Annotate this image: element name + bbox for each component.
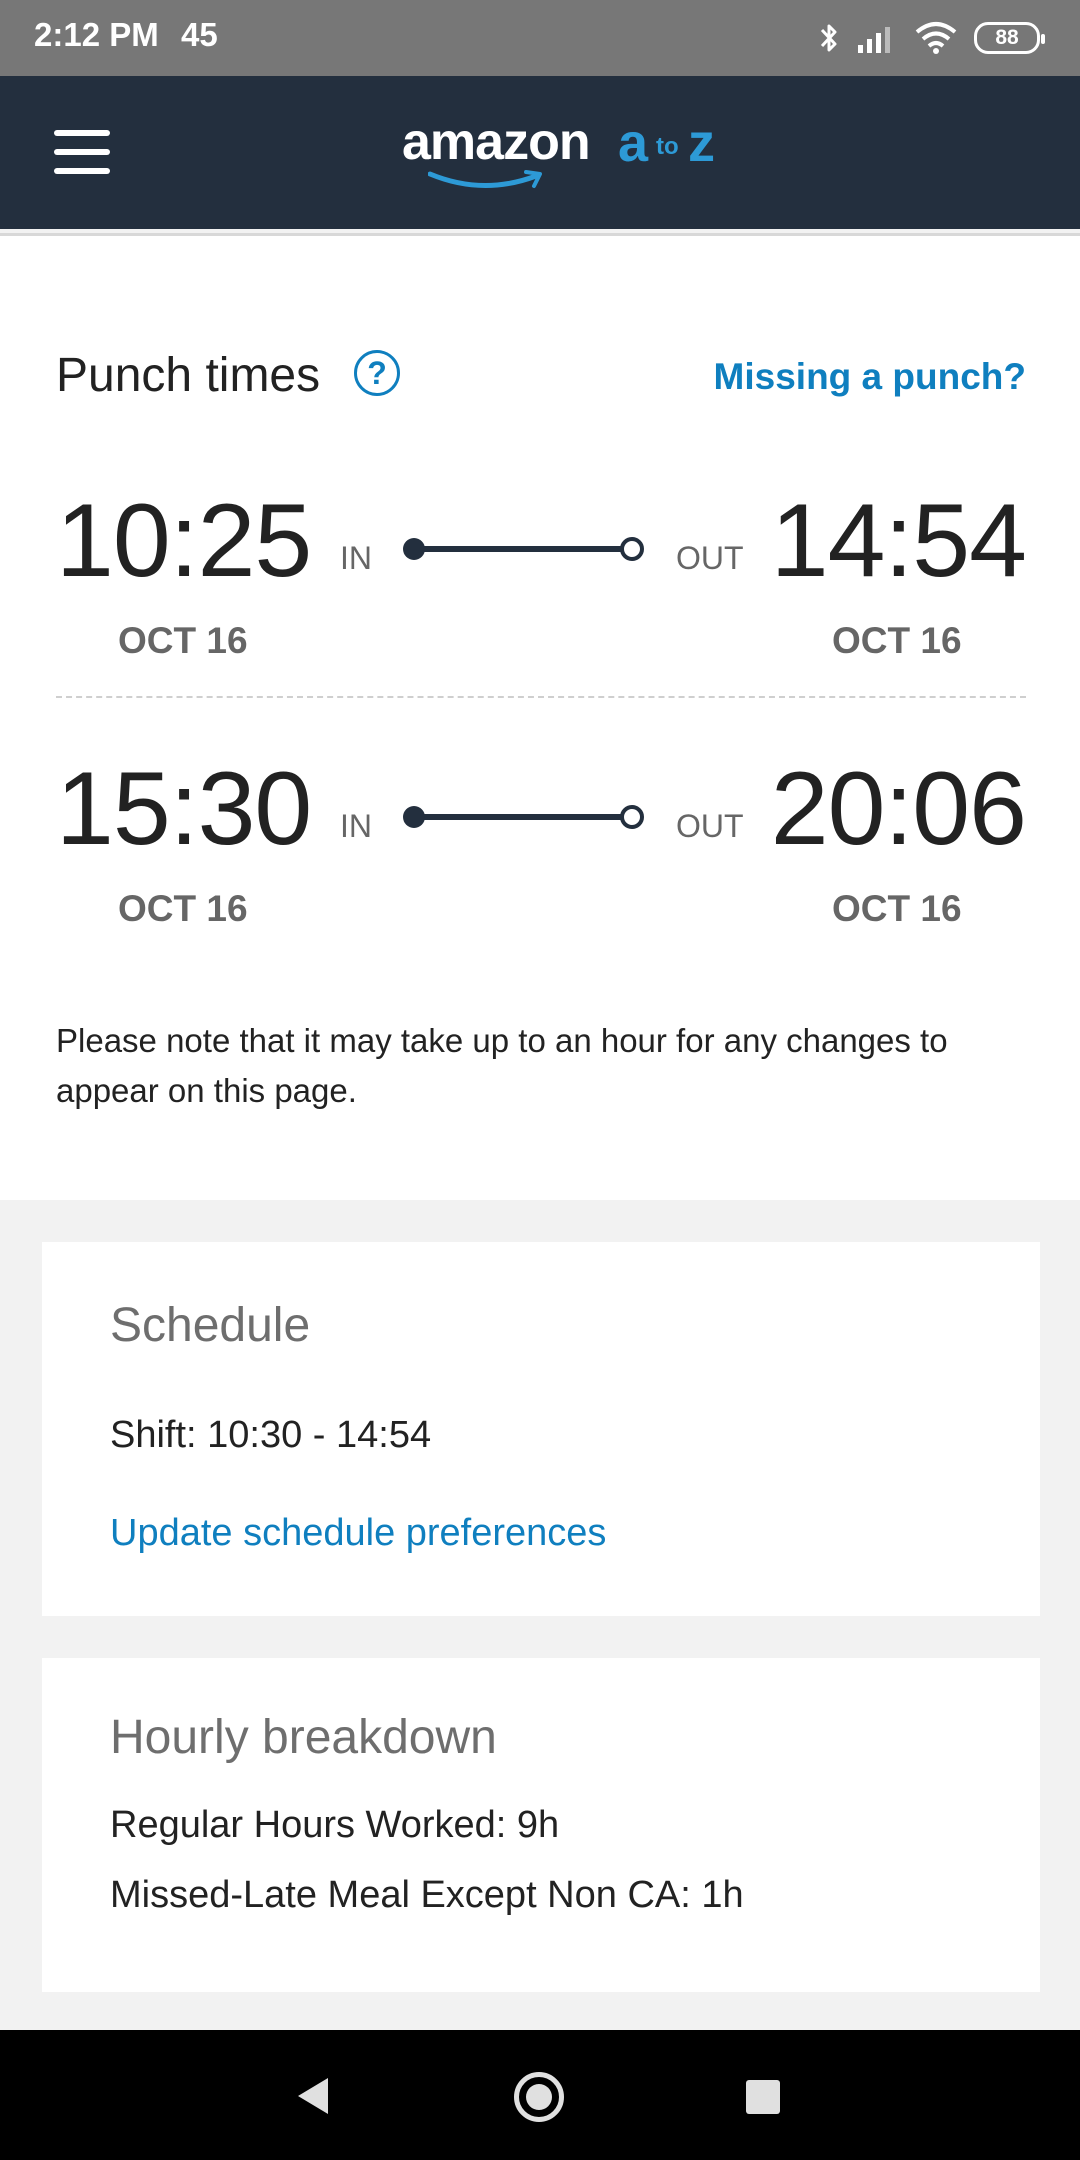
- recents-icon[interactable]: [746, 2080, 780, 2114]
- battery-icon: 88: [974, 22, 1045, 54]
- update-schedule-preferences-link[interactable]: Update schedule preferences: [110, 1512, 606, 1555]
- hamburger-menu-icon[interactable]: [54, 130, 110, 174]
- back-icon[interactable]: [294, 2076, 330, 2116]
- punch-row-divider: [56, 696, 1026, 698]
- punch-out-date: OCT 16: [832, 888, 962, 929]
- logo-to-text: to: [656, 133, 679, 160]
- hourly-breakdown-card: Hourly breakdown Regular Hours Worked: 9…: [42, 1658, 1040, 1992]
- system-nav-bar: [0, 2030, 1080, 2160]
- punch-timeline-icon: [403, 537, 644, 561]
- update-delay-note: Please note that it may take up to an ho…: [56, 1022, 948, 1109]
- punch-out-time: 20:06: [770, 751, 1027, 867]
- punch-out-date: OCT 16: [832, 620, 962, 661]
- hourly-breakdown-title: Hourly breakdown: [110, 1711, 497, 1764]
- shift-text: Shift: 10:30 - 14:54: [110, 1414, 432, 1456]
- punch-row: 15:30 IN OUT 20:06 OCT 16 OCT 16: [0, 754, 1080, 944]
- schedule-title: Schedule: [110, 1299, 311, 1352]
- signal-icon: [858, 27, 890, 53]
- in-label: IN: [340, 540, 372, 576]
- out-label: OUT: [676, 808, 744, 844]
- wifi-icon: [915, 22, 957, 54]
- punch-in-date: OCT 16: [118, 620, 248, 661]
- bluetooth-icon: [820, 24, 837, 52]
- missing-punch-link[interactable]: Missing a punch?: [714, 356, 1026, 398]
- out-label: OUT: [676, 540, 744, 576]
- punch-out-time: 14:54: [770, 483, 1027, 599]
- schedule-card: Schedule Shift: 10:30 - 14:54 Update sch…: [42, 1242, 1040, 1616]
- punch-row: 10:25 IN OUT 14:54 OCT 16 OCT 16: [0, 486, 1080, 676]
- logo-amazon-text: amazon: [402, 113, 591, 171]
- logo-z-text: z: [688, 113, 715, 173]
- punch-timeline-icon: [403, 805, 644, 829]
- amazon-a-to-z-logo: amazon a to z: [400, 112, 730, 202]
- status-bar: 2:12 PM 45 88: [0, 0, 1080, 76]
- battery-level: 88: [995, 26, 1019, 49]
- status-extra: 45: [181, 16, 218, 53]
- help-icon[interactable]: ?: [354, 350, 400, 396]
- missed-meal-line: Missed-Late Meal Except Non CA: 1h: [110, 1874, 744, 1916]
- home-icon[interactable]: [514, 2072, 564, 2122]
- in-label: IN: [340, 808, 372, 844]
- amazon-smile-icon: [428, 170, 542, 189]
- punch-times-title: Punch times: [56, 349, 321, 402]
- punch-times-card: Punch times ? Missing a punch? 10:25 IN …: [0, 236, 1080, 1200]
- app-header: amazon a to z: [0, 76, 1080, 229]
- punch-in-time: 15:30: [56, 751, 312, 867]
- status-time: 2:12 PM: [34, 16, 159, 53]
- regular-hours-line: Regular Hours Worked: 9h: [110, 1804, 560, 1846]
- status-icons: 88: [818, 18, 1045, 58]
- punch-in-time: 10:25: [56, 483, 312, 599]
- punch-in-date: OCT 16: [118, 888, 248, 929]
- logo-a-text: a: [618, 113, 649, 173]
